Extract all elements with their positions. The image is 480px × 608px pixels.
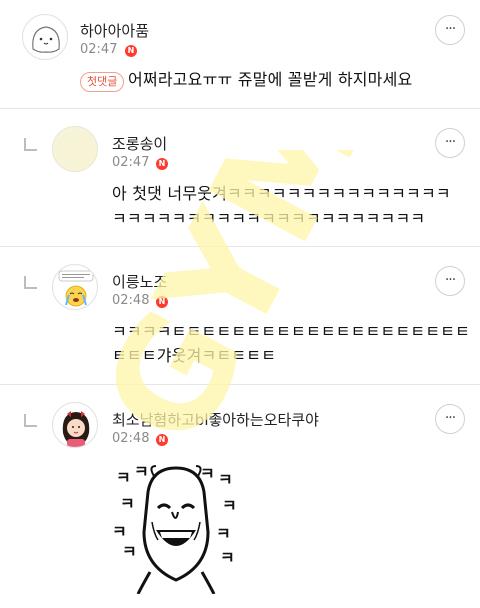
reply-indent-icon (24, 414, 37, 427)
reply-indent-icon (24, 138, 37, 151)
laugh-mark: ㅋ (222, 496, 237, 515)
crying-face-icon (58, 270, 94, 307)
timestamp: 02:47 (80, 42, 118, 57)
comment-1: 하아아아품 02:47 N ··· 첫댓글 어쩌라고요ㅠㅠ 쥬말에 꼴받게 하지… (0, 0, 480, 120)
more-options-button[interactable]: ··· (435, 128, 465, 158)
author-name[interactable]: 조롱송이 (112, 133, 167, 154)
comment-text-line-2: ㅋㅋㅋㅋㅋㅋㅋㅋㅋㅋㅋㅋㅋㅋㅋㅋㅋㅋㅋㅋㅋ (112, 209, 426, 228)
avatar[interactable] (52, 264, 98, 310)
new-badge: N (125, 45, 137, 57)
avatar[interactable] (52, 126, 98, 172)
new-badge: N (156, 296, 168, 308)
cream-circle-icon (56, 130, 96, 170)
girl-avatar-icon (62, 411, 90, 447)
laugh-mark: ㅋ (200, 464, 215, 483)
comment-2: 조롱송이 02:47 N ··· 아 첫댓 너무웃겨ㅋㅋㅋㅋㅋㅋㅋㅋㅋㅋㅋㅋㅋㅋ… (0, 108, 480, 246)
blob-face-icon (32, 26, 60, 53)
first-comment-tag: 첫댓글 (80, 72, 125, 92)
more-options-button[interactable]: ··· (435, 404, 465, 434)
timestamp: 02:48 (112, 431, 150, 446)
author-name[interactable]: 하아아아품 (80, 20, 149, 41)
laugh-mark: ㅋ (134, 462, 149, 481)
comment-4: 최소남혐하고bl좋아하는오타쿠야 02:48 N ··· ㅋ ㅋ ㅋ ㅋ ㅋ ㅋ… (0, 384, 480, 608)
comment-text: 어쩌라고요ㅠㅠ 쥬말에 꼴받게 하지마세요 (128, 70, 413, 89)
timestamp: 02:47 (112, 155, 150, 170)
laugh-mark: ㅋ (116, 468, 131, 487)
comment-text-line-1: 아 첫댓 너무웃겨ㅋㅋㅋㅋㅋㅋㅋㅋㅋㅋㅋㅋㅋㅋㅋ (112, 184, 451, 203)
more-options-button[interactable]: ··· (435, 15, 465, 45)
avatar[interactable] (52, 402, 98, 448)
reply-indent-icon (24, 276, 37, 289)
comment-text-line-2: ㅌㅌㅌ갸웃겨ㅋㅌㅌㅌㅌ (112, 346, 277, 365)
new-badge: N (156, 158, 168, 170)
timestamp: 02:48 (112, 293, 150, 308)
author-name[interactable]: 최소남혐하고bl좋아하는오타쿠야 (112, 409, 319, 430)
laugh-mark: ㅋ (220, 548, 235, 567)
comment-3: 이릉노조 02:48 N ··· ㅋㅋㅋㅋㅌㅌㅌㅌㅌㅌㅌㅌㅌㅌㅌㅌㅌㅌㅌㅌㅌㅌㅌ… (0, 246, 480, 384)
new-badge: N (156, 434, 168, 446)
laughing-sticker: ㅋ ㅋ ㅋ ㅋ ㅋ ㅋ ㅋ ㅋ ㅋ ㅋ (112, 462, 240, 595)
author-name[interactable]: 이릉노조 (112, 271, 167, 292)
laugh-mark: ㅋ (122, 542, 137, 561)
laugh-mark: ㅋ (120, 494, 135, 513)
more-options-button[interactable]: ··· (435, 266, 465, 296)
laugh-mark: ㅋ (216, 524, 231, 543)
laugh-mark: ㅋ (218, 470, 233, 489)
avatar[interactable] (22, 14, 68, 60)
